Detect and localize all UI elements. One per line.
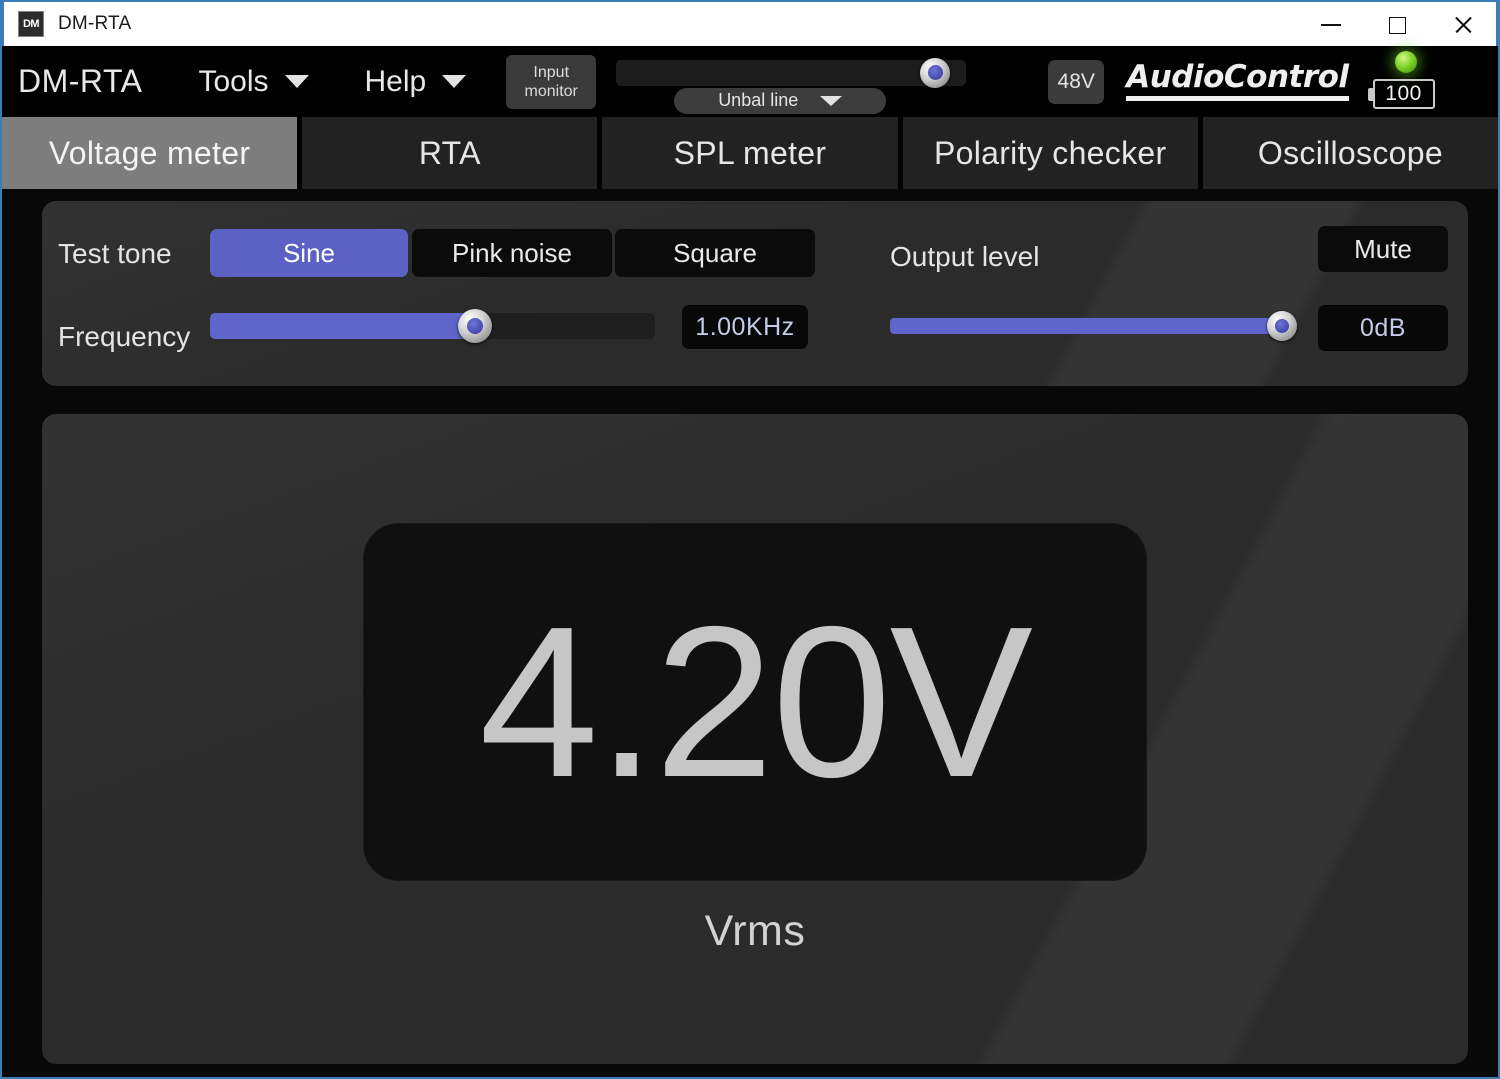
voltage-meter-panel: 4.20V Vrms xyxy=(42,414,1468,1064)
frequency-slider-fill xyxy=(210,313,473,339)
main-tabbar: Voltage meter RTA SPL meter Polarity che… xyxy=(2,117,1498,189)
chevron-down-icon xyxy=(442,75,467,88)
menu-help[interactable]: Help xyxy=(365,65,467,99)
test-tone-option-square[interactable]: Square xyxy=(615,229,815,277)
audiocontrol-logo-text: AudioControl xyxy=(1126,59,1349,95)
output-level-slider[interactable] xyxy=(890,311,1297,341)
green-led-icon xyxy=(1394,50,1417,73)
test-tone-option-sine[interactable]: Sine xyxy=(210,229,408,277)
mute-button[interactable]: Mute xyxy=(1318,226,1448,272)
menu-tools-label: Tools xyxy=(198,64,269,98)
battery-icon: 100 xyxy=(1367,78,1435,109)
close-button[interactable] xyxy=(1430,2,1496,48)
battery-level-label: 100 xyxy=(1385,81,1422,105)
voltage-unit-label: Vrms xyxy=(704,906,806,955)
chevron-down-icon xyxy=(284,75,309,88)
minimize-button[interactable] xyxy=(1298,2,1364,48)
maximize-icon xyxy=(1388,16,1406,34)
output-level-slider-fill xyxy=(890,318,1282,334)
voltage-value: 4.20V xyxy=(479,581,1033,822)
content-area: Test tone Sine Pink noise Square Frequen… xyxy=(2,189,1498,1077)
tab-polarity-checker[interactable]: Polarity checker xyxy=(902,117,1198,189)
minimize-icon xyxy=(1321,24,1341,26)
menu-help-label: Help xyxy=(364,64,427,98)
input-level-slider[interactable] xyxy=(616,59,967,86)
tab-rta[interactable]: RTA xyxy=(302,117,598,189)
frequency-value-display[interactable]: 1.00KHz xyxy=(682,305,808,349)
frequency-label: Frequency xyxy=(58,321,191,352)
tab-oscilloscope[interactable]: Oscilloscope xyxy=(1202,117,1498,189)
app-toolbar: DM-RTA Tools Help Input monitor Unbal li… xyxy=(2,46,1498,117)
output-level-value-display[interactable]: 0dB xyxy=(1318,305,1448,351)
test-tone-option-pink-noise[interactable]: Pink noise xyxy=(412,229,612,277)
phantom-power-button[interactable]: 48V xyxy=(1048,59,1105,104)
input-source-select[interactable]: Unbal line xyxy=(674,87,887,114)
window-title: DM-RTA xyxy=(58,13,132,34)
audiocontrol-logo-underline xyxy=(1126,96,1349,101)
tab-spl-meter[interactable]: SPL meter xyxy=(602,117,898,189)
input-level-slider-area: Unbal line xyxy=(616,52,967,114)
input-monitor-label-line1: Input xyxy=(533,63,570,81)
menu-tools[interactable]: Tools xyxy=(198,64,309,99)
input-monitor-button[interactable]: Input monitor xyxy=(506,54,597,109)
device-status-block: 100 xyxy=(1367,50,1437,113)
input-level-slider-knob[interactable] xyxy=(920,57,951,88)
input-monitor-label-line2: monitor xyxy=(524,82,578,100)
app-icon: DM xyxy=(18,11,44,37)
output-level-slider-knob[interactable] xyxy=(1267,311,1297,341)
test-tone-label: Test tone xyxy=(58,238,172,269)
close-icon xyxy=(1453,15,1473,35)
output-level-label: Output level xyxy=(890,241,1040,272)
chevron-down-icon xyxy=(820,95,843,106)
tab-voltage-meter[interactable]: Voltage meter xyxy=(2,117,298,189)
application-window: DM DM-RTA DM-RTA Tools Help Input monito… xyxy=(0,0,1500,1079)
frequency-slider[interactable] xyxy=(210,309,655,343)
window-controls xyxy=(1298,2,1496,48)
window-titlebar: DM DM-RTA xyxy=(2,0,1498,46)
maximize-button[interactable] xyxy=(1364,2,1430,48)
voltage-readout: 4.20V xyxy=(363,522,1147,881)
frequency-slider-knob[interactable] xyxy=(458,309,492,343)
input-source-label: Unbal line xyxy=(718,90,799,110)
audiocontrol-logo: AudioControl xyxy=(1126,59,1349,101)
signal-generator-panel: Test tone Sine Pink noise Square Frequen… xyxy=(42,201,1468,386)
app-brand-label: DM-RTA xyxy=(18,63,143,99)
